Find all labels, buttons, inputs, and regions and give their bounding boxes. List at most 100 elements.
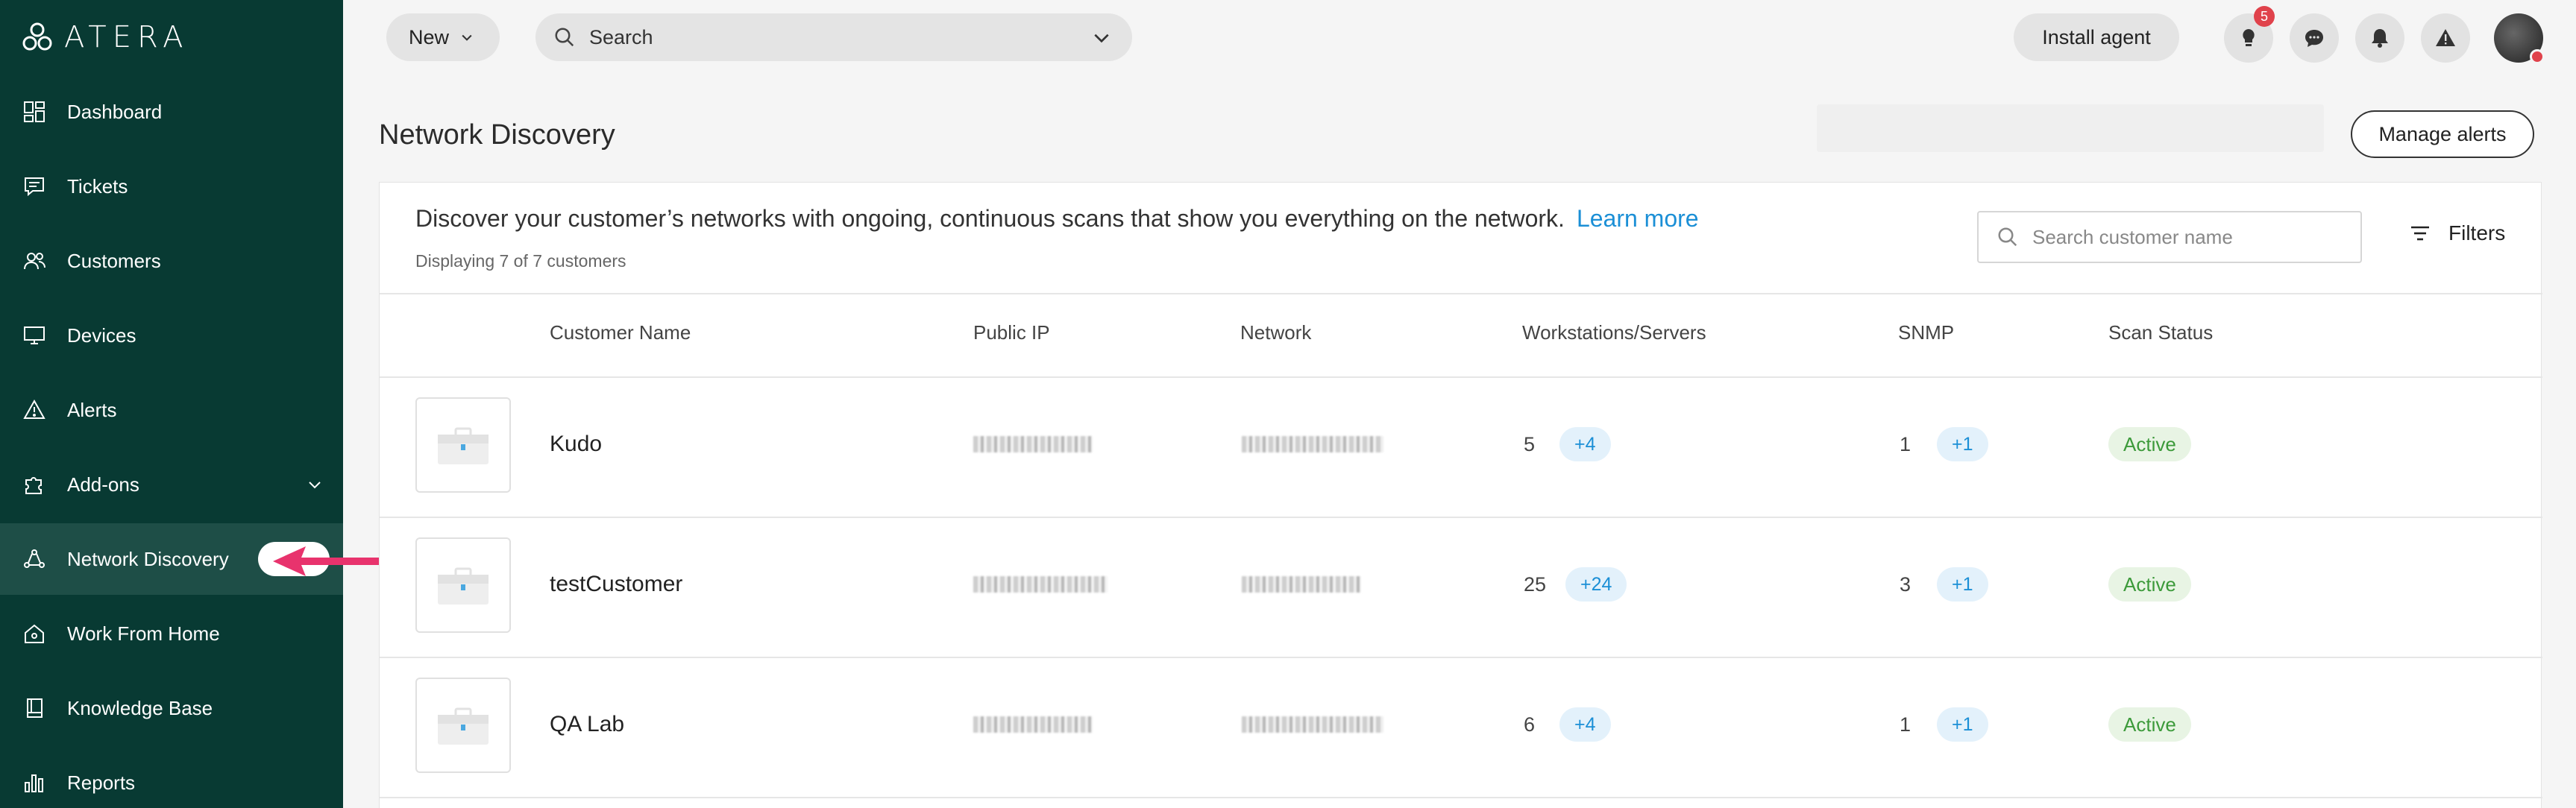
table-row[interactable]: Kudo 5 +4 1 +1 Active [380,378,2542,518]
briefcase-icon [438,707,489,745]
sidebar-item-work-from-home[interactable]: Work From Home [0,598,343,669]
install-agent-button[interactable]: Install agent [2014,13,2179,61]
header-placeholder-bar [1817,104,2324,152]
column-header-scan-status[interactable]: Scan Status [2108,321,2213,344]
status-badge: Active [2108,427,2191,461]
workstations-extra-badge[interactable]: +4 [1559,427,1611,461]
logo[interactable]: ATERA [21,20,189,54]
sidebar-item-customers[interactable]: Customers [0,225,343,297]
monitor-icon [22,323,46,347]
network-redacted [1242,716,1383,733]
avatar-status-dot [2530,49,2545,64]
public-ip-redacted [973,436,1093,452]
network-redacted [1242,576,1361,593]
learn-more-link[interactable]: Learn more [1577,205,1699,232]
sidebar-item-addons[interactable]: Add-ons [0,449,343,520]
sidebar-item-label: Knowledge Base [67,696,213,719]
column-header-customer-name[interactable]: Customer Name [550,321,691,344]
customers-icon [22,249,46,273]
search-icon [555,28,574,47]
public-ip-redacted [973,716,1093,733]
customer-logo-placeholder [415,537,511,633]
notifications-button[interactable] [2355,13,2404,63]
sidebar-item-label: Reports [67,771,136,794]
sidebar-item-label: Tickets [67,174,128,198]
chat-icon [2305,30,2323,47]
chevron-down-icon [462,34,472,41]
customer-logo-placeholder [415,397,511,493]
snmp-count: 3 [1900,573,1911,596]
lightbulb-icon [2243,29,2255,46]
sidebar-item-label: Customers [67,249,161,272]
workstations-extra-badge[interactable]: +4 [1559,707,1611,742]
sidebar-item-label: Work From Home [67,622,220,645]
sidebar-item-tickets[interactable]: Tickets [0,151,343,222]
description: Discover your customer’s networks with o… [415,205,1699,233]
new-button[interactable]: New [386,13,500,61]
chevron-down-icon[interactable] [1092,28,1111,48]
sidebar-item-label: Devices [67,323,136,347]
alert-triangle-icon [22,398,46,422]
puzzle-icon [22,473,46,496]
filters-button[interactable]: Filters [2408,221,2505,245]
divider [380,797,2542,798]
customer-search-input[interactable] [2032,225,2346,249]
manage-alerts-button[interactable]: Manage alerts [2351,110,2534,158]
sidebar: ATERA Dashboard Tickets Customers Device… [0,0,343,808]
network-icon [22,547,46,571]
dashboard-icon [22,100,46,124]
briefcase-icon [438,427,489,464]
sidebar-item-reports[interactable]: Reports [0,747,343,808]
bell-icon [2372,29,2388,48]
customer-name[interactable]: QA Lab [550,712,624,737]
customer-logo-placeholder [415,678,511,773]
sidebar-item-label: Dashboard [67,100,163,123]
book-icon [22,696,46,720]
column-header-public-ip[interactable]: Public IP [973,321,1050,344]
annotation-arrow-icon [273,546,388,576]
snmp-count: 1 [1900,713,1911,736]
alerts-button[interactable] [2421,13,2470,63]
workstations-count: 5 [1524,433,1536,455]
user-avatar[interactable] [2494,13,2545,64]
ticket-icon [22,174,46,198]
status-badge: Active [2108,707,2191,742]
customer-name[interactable]: testCustomer [550,572,682,597]
sidebar-item-label: Add-ons [67,473,139,496]
workstations-count: 6 [1524,713,1536,736]
public-ip-redacted [973,576,1108,593]
table-row[interactable]: QA Lab 6 +4 1 +1 Active [380,658,2542,798]
customer-search-field[interactable] [1977,211,2362,263]
column-header-network[interactable]: Network [1240,321,1311,344]
manage-alerts-label: Manage alerts [2378,122,2507,145]
tips-button[interactable]: 5 [2224,6,2275,63]
network-discovery-card: Discover your customer’s networks with o… [379,182,2542,808]
sidebar-item-label: Network Discovery [67,547,229,570]
customer-name[interactable]: Kudo [550,432,602,457]
sidebar-item-knowledge-base[interactable]: Knowledge Base [0,672,343,744]
column-header-snmp[interactable]: SNMP [1898,321,1954,344]
snmp-count: 1 [1900,433,1911,455]
snmp-extra-badge[interactable]: +1 [1937,427,1988,461]
divider [380,293,2542,294]
filter-icon [2411,226,2429,241]
chevron-down-icon[interactable] [306,476,324,493]
column-header-workstations-servers[interactable]: Workstations/Servers [1522,321,1706,344]
briefcase-icon [438,567,489,605]
sidebar-item-devices[interactable]: Devices [0,300,343,371]
workstations-extra-badge[interactable]: +24 [1565,567,1627,602]
status-badge: Active [2108,567,2191,602]
snmp-extra-badge[interactable]: +1 [1937,707,1988,742]
chat-button[interactable] [2290,13,2339,63]
snmp-extra-badge[interactable]: +1 [1937,567,1988,602]
sidebar-item-alerts[interactable]: Alerts [0,374,343,446]
table-row[interactable]: testCustomer 25 +24 3 +1 Active [380,518,2542,658]
logo-text: ATERA [64,20,189,54]
home-icon [22,622,46,646]
global-search[interactable]: Search [535,13,1132,61]
sidebar-item-dashboard[interactable]: Dashboard [0,76,343,148]
global-search-label: Search [589,25,653,48]
search-icon [1998,227,2017,247]
warning-icon [2436,29,2455,46]
network-redacted [1242,436,1383,452]
